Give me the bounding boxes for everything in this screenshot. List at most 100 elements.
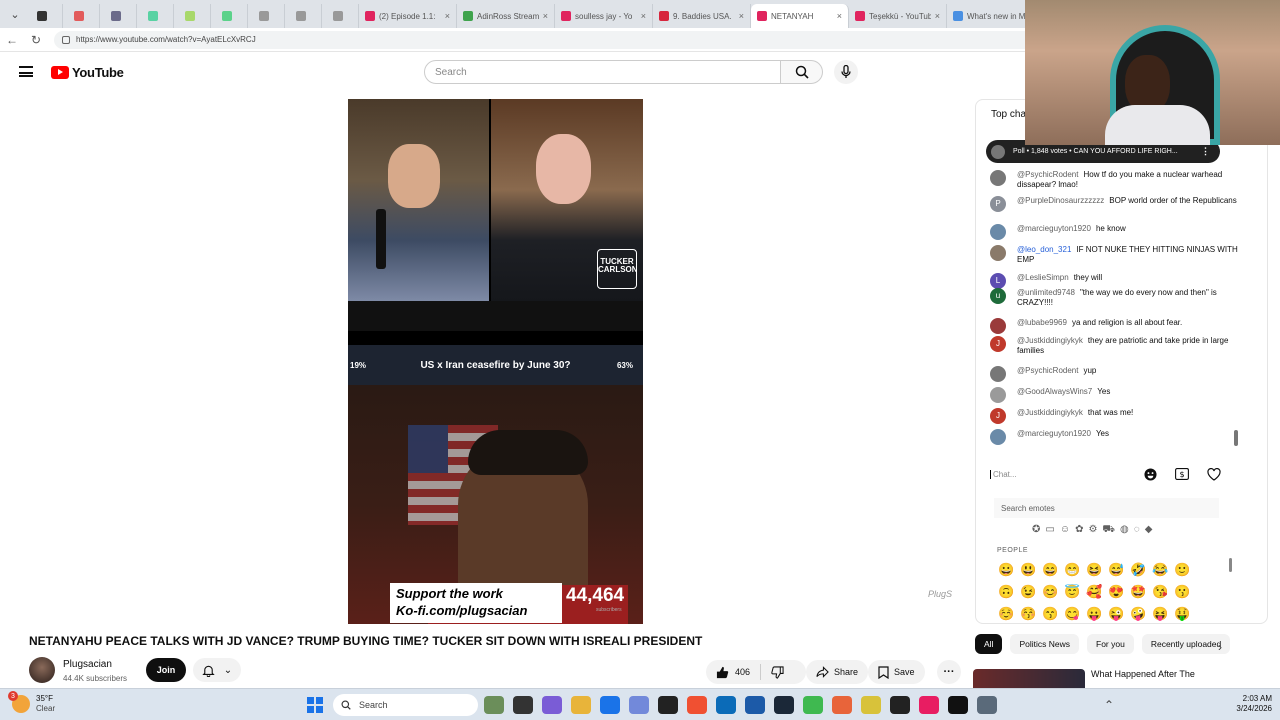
tab-close-icon[interactable]: × bbox=[445, 11, 450, 21]
taskbar-steam-icon[interactable] bbox=[774, 696, 794, 714]
chat-author[interactable]: @PsychicRodent bbox=[1017, 170, 1078, 179]
emote-scrollbar[interactable] bbox=[1229, 558, 1232, 572]
emoji-emote[interactable]: 🤪 bbox=[1130, 605, 1152, 623]
chat-author[interactable]: @GoodAlwaysWins7 bbox=[1017, 387, 1092, 396]
browser-tab[interactable] bbox=[137, 4, 174, 28]
chat-avatar[interactable]: J bbox=[990, 408, 1006, 424]
more-actions-icon[interactable]: ··· bbox=[937, 660, 961, 684]
taskbar-cbs-icon[interactable] bbox=[890, 696, 910, 714]
chat-avatar[interactable] bbox=[990, 224, 1006, 240]
emoji-emote[interactable]: 😁 bbox=[1064, 561, 1086, 579]
video-player[interactable]: TUCKER CARLSON 19% US x Iran ceasefire b… bbox=[348, 99, 643, 624]
browser-tab[interactable] bbox=[63, 4, 100, 28]
taskbar-edge-icon[interactable] bbox=[600, 696, 620, 714]
chat-avatar[interactable]: J bbox=[990, 336, 1006, 352]
emoji-emote[interactable]: 😗 bbox=[1174, 583, 1196, 601]
chat-avatar[interactable] bbox=[990, 318, 1006, 334]
nature-emotes-icon[interactable]: ✿ bbox=[1075, 524, 1083, 537]
chat-message[interactable]: @marcieguyton1920 he know bbox=[990, 224, 1240, 240]
taskbar-app-icon[interactable] bbox=[861, 696, 881, 714]
browser-tab[interactable]: 9. Baddies USA. × bbox=[653, 4, 751, 28]
chat-scrollbar[interactable] bbox=[1234, 430, 1238, 446]
voice-search-button[interactable] bbox=[834, 60, 858, 84]
symbols-emotes-icon[interactable]: ◌ bbox=[1134, 524, 1140, 537]
emoji-emote[interactable]: 😉 bbox=[1020, 583, 1042, 601]
emoji-emote[interactable]: 😇 bbox=[1064, 583, 1086, 601]
chat-message[interactable]: @marcieguyton1920 Yes bbox=[990, 429, 1240, 445]
filter-chip[interactable]: Politics News bbox=[1010, 634, 1079, 654]
channel-name[interactable]: Plugsacian bbox=[63, 659, 112, 670]
channel-avatar[interactable] bbox=[29, 657, 55, 683]
emoji-emote[interactable]: 😍 bbox=[1108, 583, 1130, 601]
emoji-emote[interactable]: 😜 bbox=[1108, 605, 1130, 623]
chat-author[interactable]: @LeslieSimpn bbox=[1017, 273, 1069, 282]
chat-author[interactable]: @Justkiddingiykyk bbox=[1017, 336, 1083, 345]
browser-tab[interactable] bbox=[285, 4, 322, 28]
taskbar-file-icon[interactable] bbox=[513, 696, 533, 714]
chat-avatar[interactable] bbox=[990, 429, 1006, 445]
emoji-emote[interactable]: 😊 bbox=[1042, 583, 1064, 601]
subscription-bell-button[interactable]: ⌄ bbox=[193, 658, 241, 682]
chat-message[interactable]: @PsychicRodent How tf do you make a nucle… bbox=[990, 170, 1240, 190]
browser-tab[interactable] bbox=[211, 4, 248, 28]
reload-icon[interactable]: ↻ bbox=[24, 33, 48, 47]
emoji-emote[interactable]: 🤩 bbox=[1130, 583, 1152, 601]
tab-search-chevron-icon[interactable]: ⌄ bbox=[4, 3, 26, 25]
join-button[interactable]: Join bbox=[146, 658, 186, 682]
recent-emotes-icon[interactable]: ✪ bbox=[1032, 524, 1040, 537]
activity-emotes-icon[interactable]: ⚙ bbox=[1088, 524, 1097, 537]
url-field[interactable]: https://www.youtube.com/watch?v=AyatELcX… bbox=[54, 30, 1054, 49]
chat-message[interactable]: @PsychicRodent yup bbox=[990, 366, 1240, 382]
taskbar-copilot-icon[interactable] bbox=[542, 696, 562, 714]
taskbar-search[interactable]: Search bbox=[333, 694, 478, 716]
chat-message[interactable]: J @Justkiddingiykyk that was me! bbox=[990, 408, 1240, 424]
flags-emotes-icon[interactable]: ◆ bbox=[1145, 524, 1153, 537]
taskbar-settings-icon[interactable] bbox=[977, 696, 997, 714]
tab-close-icon[interactable]: × bbox=[641, 11, 646, 21]
objects-emotes-icon[interactable]: ◍ bbox=[1120, 524, 1129, 537]
tab-close-icon[interactable]: × bbox=[739, 11, 744, 21]
chat-avatar[interactable] bbox=[990, 245, 1006, 261]
windows-start-icon[interactable] bbox=[307, 697, 323, 713]
emoji-emote[interactable]: 😚 bbox=[1020, 605, 1042, 623]
share-button[interactable]: Share bbox=[806, 660, 869, 684]
save-button[interactable]: Save bbox=[868, 660, 925, 684]
recommended-video-title[interactable]: What Happened After The bbox=[1091, 669, 1195, 679]
browser-tab[interactable]: (2) Episode 1.1: × bbox=[359, 4, 457, 28]
emoji-emote[interactable]: 😄 bbox=[1042, 561, 1064, 579]
chat-author[interactable]: @PsychicRodent bbox=[1017, 366, 1078, 375]
chat-avatar[interactable]: u bbox=[990, 288, 1006, 304]
emoji-emote[interactable]: 😀 bbox=[998, 561, 1020, 579]
taskbar-discord-icon[interactable] bbox=[629, 696, 649, 714]
browser-tab[interactable] bbox=[26, 4, 63, 28]
weather-widget[interactable]: 3 35°F Clear bbox=[8, 691, 55, 714]
emoji-emote[interactable]: 😆 bbox=[1086, 561, 1108, 579]
chat-author[interactable]: @unlimited9748 bbox=[1017, 288, 1075, 297]
chat-input[interactable]: Chat... bbox=[990, 469, 1130, 479]
emoji-emote[interactable]: 🥰 bbox=[1086, 583, 1108, 601]
browser-tab[interactable] bbox=[100, 4, 137, 28]
taskbar-app-icon[interactable] bbox=[687, 696, 707, 714]
emoji-emote[interactable]: 😝 bbox=[1152, 605, 1174, 623]
tab-close-icon[interactable]: × bbox=[543, 11, 548, 21]
search-button[interactable] bbox=[781, 60, 823, 84]
recommended-video-thumbnail[interactable] bbox=[973, 669, 1085, 689]
filter-chip[interactable]: For you bbox=[1087, 634, 1134, 654]
chat-message[interactable]: P @PurpleDinosaurzzzzzz BOP world order of… bbox=[990, 196, 1240, 212]
emoji-emote[interactable]: 🙃 bbox=[998, 583, 1020, 601]
taskbar-xbox-icon[interactable] bbox=[803, 696, 823, 714]
emoji-emote[interactable]: 😘 bbox=[1152, 583, 1174, 601]
taskbar-obs-icon[interactable] bbox=[658, 696, 678, 714]
youtube-logo[interactable]: YouTube bbox=[51, 65, 124, 80]
emoji-emote[interactable]: ☺️ bbox=[998, 605, 1020, 623]
chat-avatar[interactable]: P bbox=[990, 196, 1006, 212]
taskbar-widget-icon[interactable] bbox=[484, 696, 504, 714]
chat-message[interactable]: @leo_don_321 IF NOT NUKE THEY HITTING NIN… bbox=[990, 245, 1240, 265]
chat-avatar[interactable]: L bbox=[990, 273, 1006, 289]
chat-author[interactable]: @Justkiddingiykyk bbox=[1017, 408, 1083, 417]
filter-chip[interactable]: All bbox=[975, 634, 1003, 654]
site-info-icon[interactable] bbox=[62, 35, 70, 44]
emoji-icon[interactable] bbox=[1142, 466, 1158, 482]
emoji-emote[interactable]: 😅 bbox=[1108, 561, 1130, 579]
taskbar-clock[interactable]: 2:03 AM 3/24/2026 bbox=[1224, 694, 1272, 714]
